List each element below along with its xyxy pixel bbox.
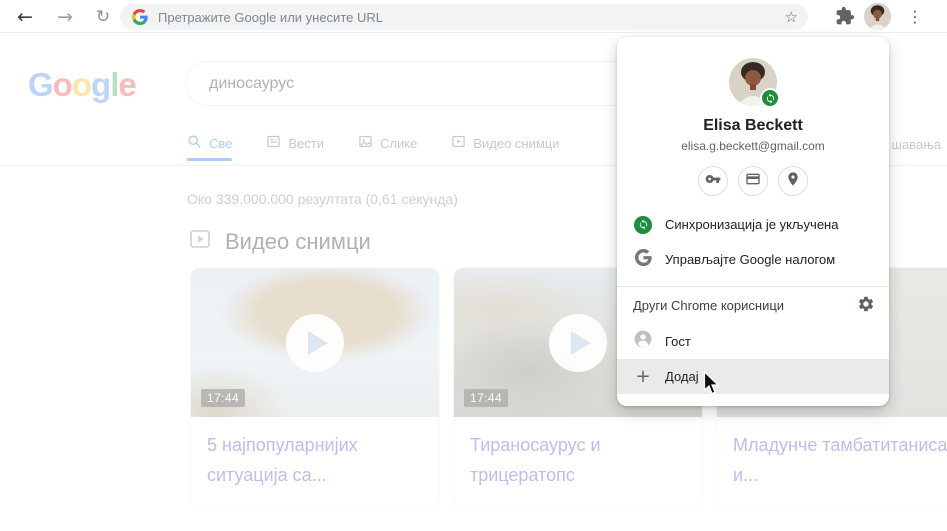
address-bar[interactable]: ☆ [120,4,808,30]
guest-label: Гост [665,334,691,349]
tab-all[interactable]: Све [187,134,233,161]
forward-button[interactable]: → [50,2,80,32]
play-icon[interactable] [286,313,344,372]
user-avatar-icon [864,3,891,30]
sync-status-label: Синхронизација је укључена [665,217,839,232]
videos-section-header: Видео снимци [188,227,371,257]
google-logo: Google [28,66,137,104]
reload-button[interactable]: ↻ [88,2,118,32]
other-users-header: Други Chrome корисници [633,298,785,313]
search-icon [187,134,202,152]
profile-menu: Elisa Beckett elisa.g.beckett@gmail.com [617,37,889,406]
url-input[interactable] [158,9,785,25]
manage-profiles-button[interactable] [857,295,875,316]
plus-icon: + [635,366,651,387]
chrome-menu-button[interactable]: ⋮ [900,2,930,32]
profile-name: Elisa Beckett [703,117,803,134]
tab-images[interactable]: Слике [358,134,417,152]
passwords-button[interactable] [698,166,728,196]
manage-google-account-item[interactable]: Управљајте Google налогом [617,242,889,277]
guest-avatar-icon [633,329,653,354]
payments-button[interactable] [738,166,768,196]
results-stats: Око 339.000.000 резултата (0,61 секунда) [187,191,458,207]
guest-profile-item[interactable]: Гост [617,324,889,359]
add-profile-item[interactable]: + Додај [617,359,889,394]
sync-on-icon [634,215,652,234]
video-duration: 17:44 [201,389,246,407]
video-card[interactable]: 17:44 5 најпопуларнијих ситуација са... [190,267,440,509]
tab-videos[interactable]: Видео снимци [451,134,560,152]
tab-news[interactable]: Вести [266,134,324,152]
google-g-gray-icon [634,248,652,271]
video-section-icon [188,227,212,257]
video-title[interactable]: Тираносаурус и трицератопс [470,430,686,490]
toolbar-profile-avatar[interactable] [864,3,891,30]
tab-label: Видео снимци [473,135,560,151]
section-title: Видео снимци [225,229,371,254]
video-thumbnail[interactable]: 17:44 [191,268,439,417]
results-tab-bar: Све Вести Слике Видео снимци [187,134,560,161]
settings-link-fragment[interactable]: шавања [892,137,941,152]
logo-letter: o [52,66,73,103]
play-icon[interactable] [549,313,607,372]
manage-account-label: Управљајте Google налогом [665,252,836,267]
puzzle-icon [835,6,855,29]
video-icon [451,134,466,152]
tab-label: Вести [288,135,325,151]
logo-letter: g [91,66,111,103]
news-icon [266,134,281,152]
add-label: Додај [665,369,699,384]
tab-label: Све [209,135,233,151]
addresses-button[interactable] [778,166,808,196]
sync-badge-icon [760,88,780,108]
video-duration: 17:44 [464,389,509,407]
tab-label: Слике [380,135,418,151]
browser-window: ← → ↻ ☆ [0,0,947,531]
logo-letter: e [118,66,136,103]
browser-toolbar: ← → ↻ ☆ [0,0,947,33]
profile-email: elisa.g.beckett@gmail.com [681,139,825,153]
credit-card-icon [745,171,761,192]
profile-avatar [729,58,780,108]
key-icon [705,171,721,192]
bookmark-star-icon[interactable]: ☆ [785,8,798,26]
video-title[interactable]: 5 најпопуларнијих ситуација са... [207,430,423,490]
video-title[interactable]: Младунче тамбатитаниса и... [733,430,947,490]
extensions-button[interactable] [834,6,856,28]
location-pin-icon [785,171,801,192]
logo-letter: G [28,66,54,103]
google-g-icon [132,9,148,25]
gear-icon [857,295,875,316]
back-button[interactable]: ← [10,2,40,32]
logo-letter: o [71,66,92,103]
image-icon [358,134,373,152]
profile-shortcuts [617,166,889,196]
sync-status-item[interactable]: Синхронизација је укључена [617,207,889,242]
